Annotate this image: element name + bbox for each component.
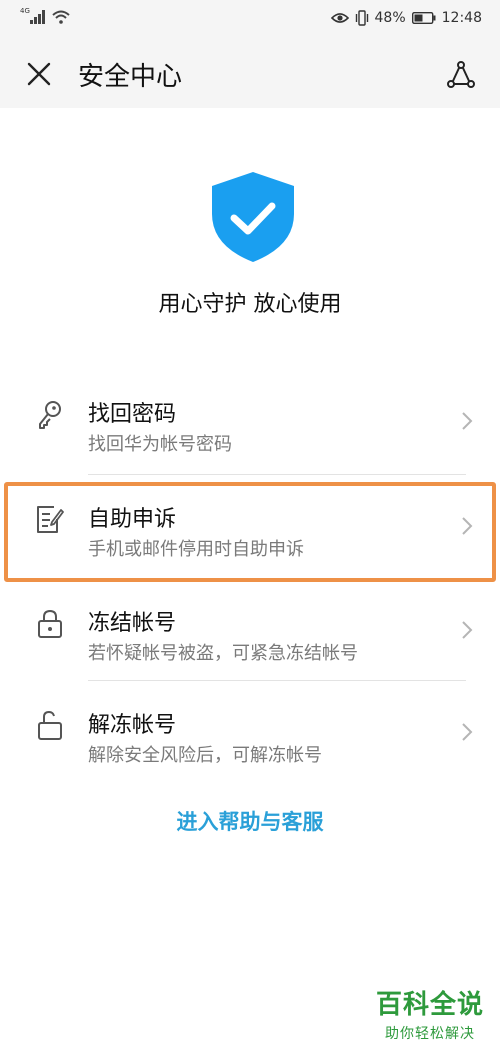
chevron-right-icon [462, 621, 473, 639]
item-title: 解冻帐号 [88, 713, 177, 738]
status-right: 48% 12:48 [330, 10, 482, 26]
list-item-freeze-account[interactable]: 冻结帐号 若怀疑帐号被盗，可紧急冻结帐号 [0, 579, 500, 683]
item-subtitle: 若怀疑帐号被盗，可紧急冻结帐号 [88, 643, 358, 664]
signal-icon [30, 10, 45, 24]
watermark-logo: 百科全说 助你轻松解决 [376, 984, 484, 1043]
chevron-right-icon [462, 412, 473, 430]
watermark-main: 百科全说 [375, 990, 484, 1020]
network-type: 4G [20, 7, 30, 15]
battery-icon [411, 12, 436, 24]
route-share-icon[interactable] [446, 60, 476, 90]
toolbar: 安全中心 [0, 40, 500, 108]
status-left: 4G [20, 7, 70, 24]
item-title: 找回密码 [88, 402, 177, 427]
item-title: 冻结帐号 [88, 611, 177, 636]
shield-check-icon [212, 172, 294, 262]
vibrate-icon [355, 10, 368, 26]
key-icon [39, 401, 61, 429]
lock-icon [38, 609, 62, 638]
clock: 12:48 [441, 10, 482, 26]
close-icon[interactable] [24, 59, 54, 89]
chevron-right-icon [462, 517, 473, 535]
status-bar: 4G 48% 12:48 [0, 0, 500, 40]
list-item-self-appeal[interactable]: 自助申诉 手机或邮件停用时自助申诉 [0, 475, 500, 579]
page-title: 安全中心 [78, 62, 183, 92]
list-item-unfreeze-account[interactable]: 解冻帐号 解除安全风险后，可解冻帐号 [0, 681, 500, 785]
item-subtitle: 找回华为帐号密码 [88, 434, 232, 455]
eye-icon [330, 13, 349, 23]
watermark-sub: 助你轻松解决 [384, 1026, 475, 1042]
edit-note-icon [37, 506, 64, 533]
battery-percent: 48% [374, 10, 406, 26]
item-title: 自助申诉 [88, 507, 177, 532]
chevron-right-icon [462, 723, 473, 741]
help-and-support-link[interactable]: 进入帮助与客服 [0, 806, 500, 836]
item-subtitle: 手机或邮件停用时自助申诉 [88, 539, 304, 560]
item-subtitle: 解除安全风险后，可解冻帐号 [88, 745, 322, 766]
list-item-recover-password[interactable]: 找回密码 找回华为帐号密码 [0, 370, 500, 474]
wifi-icon [52, 10, 70, 24]
unlock-icon [38, 711, 62, 740]
slogan: 用心守护 放心使用 [158, 292, 342, 317]
